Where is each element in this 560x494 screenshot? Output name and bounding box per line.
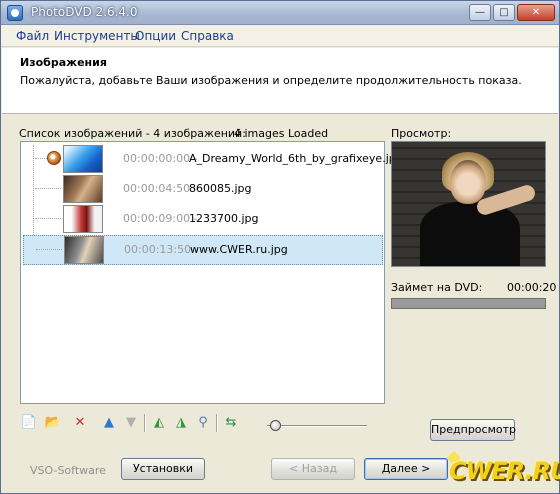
list-item[interactable]: 00:00:09:00 - 1233700.jpg <box>23 204 383 234</box>
item-start-time: 00:00:09:00 - <box>123 212 198 225</box>
watermark-logo: CWER.RU <box>446 450 560 491</box>
image-thumbnail <box>64 236 104 264</box>
images-loaded-status: 4 images Loaded <box>234 127 329 140</box>
list-item[interactable]: 00:00:00:00 - A_Dreamy_World_6th_by_graf… <box>23 144 403 174</box>
image-list-label: Список изображений - 4 изображений: <box>19 127 246 140</box>
menu-file[interactable]: Файл <box>16 29 49 43</box>
preview-figure <box>450 160 486 204</box>
watermark-text: CWER.RU <box>449 457 560 485</box>
item-filename: 860085.jpg <box>189 182 252 195</box>
toolbar-separator <box>216 414 218 432</box>
preview-image <box>391 141 546 267</box>
close-button[interactable]: ✕ <box>517 4 555 21</box>
item-start-time: 00:00:04:50 - <box>123 182 198 195</box>
menu-bar: Файл Инструменты Опции Справка <box>1 25 559 47</box>
list-item[interactable]: 00:00:04:50 - 860085.jpg <box>23 174 383 204</box>
settings-button[interactable]: Установки <box>121 458 205 480</box>
title-bar[interactable]: PhotoDVD 2.6.4.0 — □ ✕ <box>1 1 559 25</box>
step-title: Изображения <box>20 56 107 69</box>
maximize-button[interactable]: □ <box>493 4 515 21</box>
tree-connector <box>35 218 61 219</box>
slider-thumb[interactable] <box>270 420 281 431</box>
step-description: Пожалуйста, добавьте Ваши изображения и … <box>20 74 522 87</box>
clock-icon <box>47 151 61 165</box>
arrange-icon[interactable]: ⇆ <box>222 413 240 431</box>
app-window: PhotoDVD 2.6.4.0 — □ ✕ Файл Инструменты … <box>0 0 560 494</box>
open-folder-icon[interactable]: 📂 <box>44 413 62 431</box>
item-filename: A_Dreamy_World_6th_by_grafixeye.jpg <box>189 152 403 165</box>
tree-connector <box>35 188 61 189</box>
dvd-duration-label: Займет на DVD: <box>391 281 483 294</box>
move-down-icon[interactable]: ▼ <box>122 413 140 431</box>
image-thumbnail <box>63 175 103 203</box>
add-file-icon[interactable]: 📄 <box>20 413 38 431</box>
zoom-icon[interactable]: ⚲ <box>194 413 212 431</box>
step-header: Изображения Пожалуйста, добавьте Ваши из… <box>2 48 558 114</box>
next-button[interactable]: Далее > <box>364 458 448 480</box>
minimize-button[interactable]: — <box>469 4 491 21</box>
item-filename: 1233700.jpg <box>189 212 259 225</box>
menu-help[interactable]: Справка <box>181 29 234 43</box>
item-filename: www.CWER.ru.jpg <box>190 243 288 256</box>
rotate-left-icon[interactable]: ◭ <box>150 413 168 431</box>
back-button[interactable]: < Назад <box>271 458 355 480</box>
vendor-label: VSO-Software <box>30 464 106 477</box>
list-item-selected[interactable]: 00:00:13:50 - www.CWER.ru.jpg <box>23 235 383 265</box>
rotate-right-icon[interactable]: ◮ <box>172 413 190 431</box>
app-icon <box>7 5 23 21</box>
menu-tools[interactable]: Инструменты <box>54 29 140 43</box>
image-thumbnail <box>63 145 103 173</box>
toolbar-separator <box>144 414 146 432</box>
zoom-slider[interactable] <box>267 420 367 431</box>
dvd-usage-bar <box>391 298 546 309</box>
item-start-time: 00:00:13:50 - <box>124 243 199 256</box>
preview-figure <box>420 202 520 266</box>
item-start-time: 00:00:00:00 - <box>123 152 198 165</box>
image-thumbnail <box>63 205 103 233</box>
window-title: PhotoDVD 2.6.4.0 <box>31 5 138 19</box>
menu-options[interactable]: Опции <box>135 29 176 43</box>
dvd-duration-value: 00:00:20 <box>507 281 557 294</box>
move-up-icon[interactable]: ▲ <box>100 413 118 431</box>
image-list[interactable]: 00:00:00:00 - A_Dreamy_World_6th_by_graf… <box>20 141 403 404</box>
preview-label: Просмотр: <box>391 127 452 140</box>
preview-button[interactable]: Предпросмотр <box>430 419 516 441</box>
delete-icon[interactable]: ✕ <box>71 413 89 431</box>
tree-connector <box>36 249 62 250</box>
